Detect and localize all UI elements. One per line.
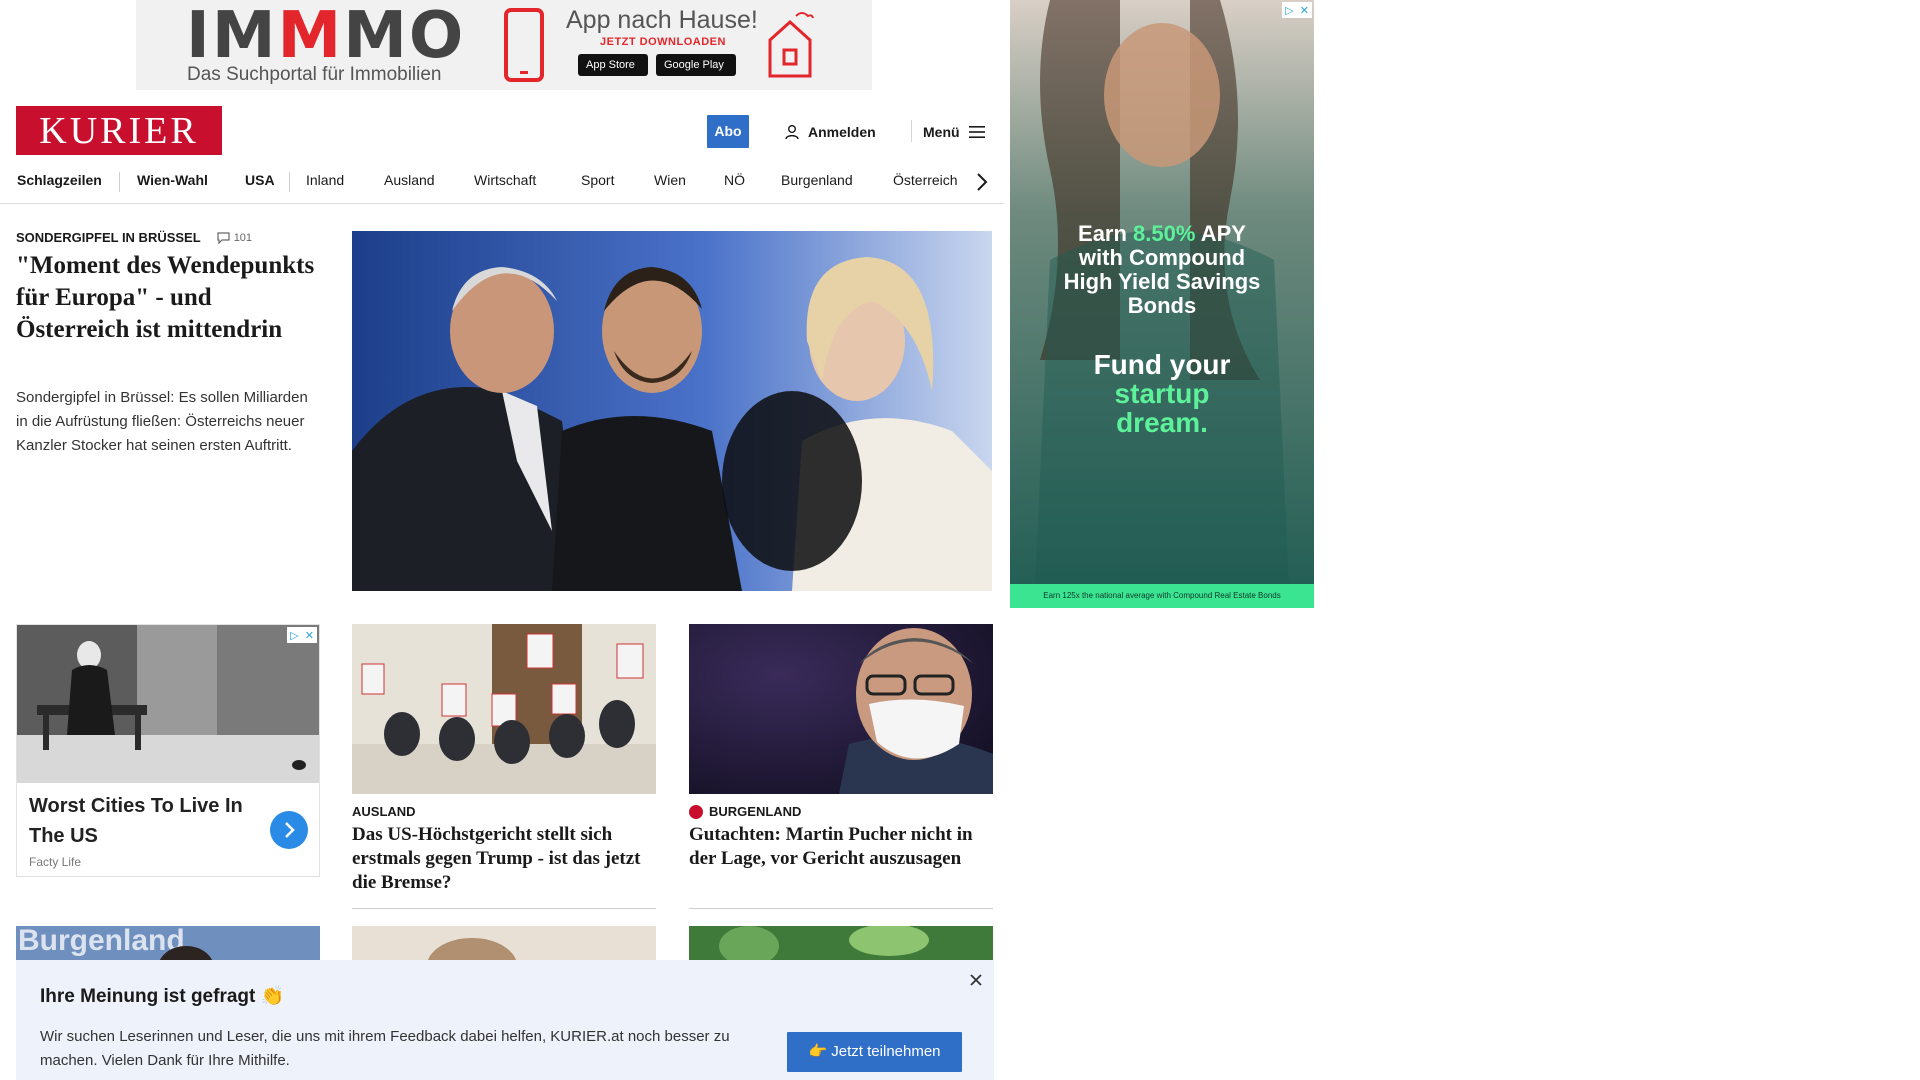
chevron-right-icon bbox=[285, 822, 295, 838]
native-ad-graphic bbox=[17, 625, 319, 783]
nav-item-wirtschaft[interactable]: Wirtschaft bbox=[474, 172, 536, 188]
header-divider bbox=[911, 120, 912, 142]
top-banner-ad[interactable]: IMMMO Das Suchportal für Immobilien App … bbox=[136, 0, 872, 90]
burgenland-region-icon bbox=[689, 804, 703, 819]
native-ad-arrow-button[interactable] bbox=[270, 811, 308, 849]
sidebar-ad-slogan: Fund your startup dream. bbox=[1010, 350, 1314, 437]
nav-item-noe[interactable]: NÖ bbox=[724, 172, 745, 188]
article-kicker: AUSLAND bbox=[352, 804, 656, 819]
app-store-badge[interactable]: App Store bbox=[578, 54, 648, 76]
nav-item-burgenland[interactable]: Burgenland bbox=[781, 172, 853, 188]
lead-photo[interactable] bbox=[352, 231, 992, 591]
menu-button[interactable]: Menü bbox=[923, 120, 986, 144]
house-icon bbox=[768, 12, 814, 78]
nav-divider bbox=[119, 172, 120, 192]
nav-item-oesterreich[interactable]: Österreich bbox=[893, 172, 958, 188]
native-ad-title[interactable]: Worst Cities To Live In The US bbox=[29, 791, 249, 851]
nav-item-sport[interactable]: Sport bbox=[581, 172, 614, 188]
ad-text: High Yield Savings bbox=[1063, 269, 1261, 294]
close-icon[interactable] bbox=[966, 970, 986, 990]
comment-icon bbox=[217, 231, 230, 244]
native-ad-card[interactable]: ▷ ✕ Worst Cities To Live In The US Facty … bbox=[16, 624, 320, 877]
article-card[interactable]: BURGENLAND Gutachten: Martin Pucher nich… bbox=[689, 624, 993, 871]
lead-kicker[interactable]: SONDERGIPFEL IN BRÜSSEL bbox=[16, 230, 201, 245]
ad-highlight: dream. bbox=[1116, 407, 1208, 438]
adchoices-icon[interactable]: ▷ ✕ bbox=[287, 627, 317, 643]
nav-item-wien-wahl[interactable]: Wien-Wahl bbox=[137, 172, 208, 188]
phone-icon bbox=[504, 8, 544, 82]
nav-item-ausland[interactable]: Ausland bbox=[384, 172, 435, 188]
survey-title: Ihre Meinung ist gefragt 👏 bbox=[40, 986, 285, 1007]
ad-claim: App nach Hause! bbox=[566, 6, 758, 34]
abo-button[interactable]: Abo bbox=[707, 115, 749, 148]
nav-item-wien[interactable]: Wien bbox=[654, 172, 686, 188]
protest-photo-graphic bbox=[352, 624, 656, 794]
ad-text: Bonds bbox=[1127, 293, 1197, 318]
mask-man-photo-graphic bbox=[689, 624, 993, 794]
sidebar-ad[interactable]: ▷ ✕ Earn 8.50% APY with Compound High Yie… bbox=[1010, 0, 1314, 608]
immmo-subtitle: Das Suchportal für Immobilien bbox=[187, 64, 442, 85]
survey-text: Wir suchen Leserinnen und Leser, die uns… bbox=[40, 1028, 730, 1069]
lead-teaser: Sondergipfel in Brüssel: Es sollen Milli… bbox=[16, 389, 308, 454]
kurier-logo[interactable]: KURIER bbox=[16, 106, 222, 155]
adchoices-icon[interactable]: ▷ ✕ bbox=[1282, 2, 1312, 18]
ad-highlight: 8.50% bbox=[1133, 221, 1196, 246]
ad-highlight: startup bbox=[1114, 378, 1210, 409]
article-kicker-label: BURGENLAND bbox=[709, 804, 802, 819]
nav-item-schlagzeilen[interactable]: Schlagzeilen bbox=[17, 172, 102, 188]
comment-count-value: 101 bbox=[233, 231, 253, 244]
native-ad-image[interactable] bbox=[17, 625, 319, 783]
chevron-right-icon[interactable] bbox=[972, 170, 992, 194]
row-divider bbox=[352, 908, 656, 909]
section-nav: Schlagzeilen Wien-Wahl USA Inland Auslan… bbox=[0, 164, 1004, 204]
nav-item-usa[interactable]: USA bbox=[245, 172, 275, 188]
nav-item-inland[interactable]: Inland bbox=[306, 172, 344, 188]
login-label: Anmelden bbox=[808, 124, 876, 140]
menu-label: Menü bbox=[923, 124, 960, 140]
article-kicker-label: AUSLAND bbox=[352, 804, 416, 819]
google-play-badge[interactable]: Google Play bbox=[656, 54, 736, 76]
lead-headline[interactable]: "Moment des Wendepunkts für Europa" - un… bbox=[16, 250, 322, 346]
ad-text: APY bbox=[1195, 221, 1246, 246]
article-photo[interactable] bbox=[689, 624, 993, 794]
survey-banner: Ihre Meinung ist gefragt 👏 Wir suchen Le… bbox=[16, 960, 994, 1080]
lead-kicker-row: SONDERGIPFEL IN BRÜSSEL 101 bbox=[16, 230, 252, 245]
row-divider bbox=[689, 908, 993, 909]
lead-photo-graphic bbox=[352, 231, 992, 591]
survey-join-button[interactable]: 👉 Jetzt teilnehmen bbox=[787, 1032, 962, 1072]
ad-cta: JETZT DOWNLOADEN bbox=[600, 36, 726, 48]
ad-text: Earn bbox=[1078, 221, 1134, 246]
sidebar-ad-footer: Earn 125x the national average with Comp… bbox=[1010, 584, 1314, 608]
login-button[interactable]: Anmelden bbox=[784, 120, 876, 144]
article-headline[interactable]: Gutachten: Martin Pucher nicht in der La… bbox=[689, 823, 993, 871]
article-headline[interactable]: Das US-Höchstgericht stellt sich erstmal… bbox=[352, 823, 656, 895]
comment-count[interactable]: 101 bbox=[217, 232, 252, 244]
native-ad-source: Facty Life bbox=[29, 855, 82, 869]
sidebar-ad-headline: Earn 8.50% APY with Compound High Yield … bbox=[1010, 222, 1314, 318]
ad-text: Fund your bbox=[1093, 349, 1231, 380]
article-card[interactable]: AUSLAND Das US-Höchstgericht stellt sich… bbox=[352, 624, 656, 895]
ad-text: with Compound bbox=[1078, 245, 1246, 270]
article-kicker: BURGENLAND bbox=[689, 804, 993, 819]
user-icon bbox=[785, 125, 799, 140]
nav-divider bbox=[289, 172, 290, 192]
hamburger-icon bbox=[968, 126, 985, 138]
article-photo[interactable] bbox=[352, 624, 656, 794]
immmo-logo: IMMMO bbox=[186, 0, 466, 73]
